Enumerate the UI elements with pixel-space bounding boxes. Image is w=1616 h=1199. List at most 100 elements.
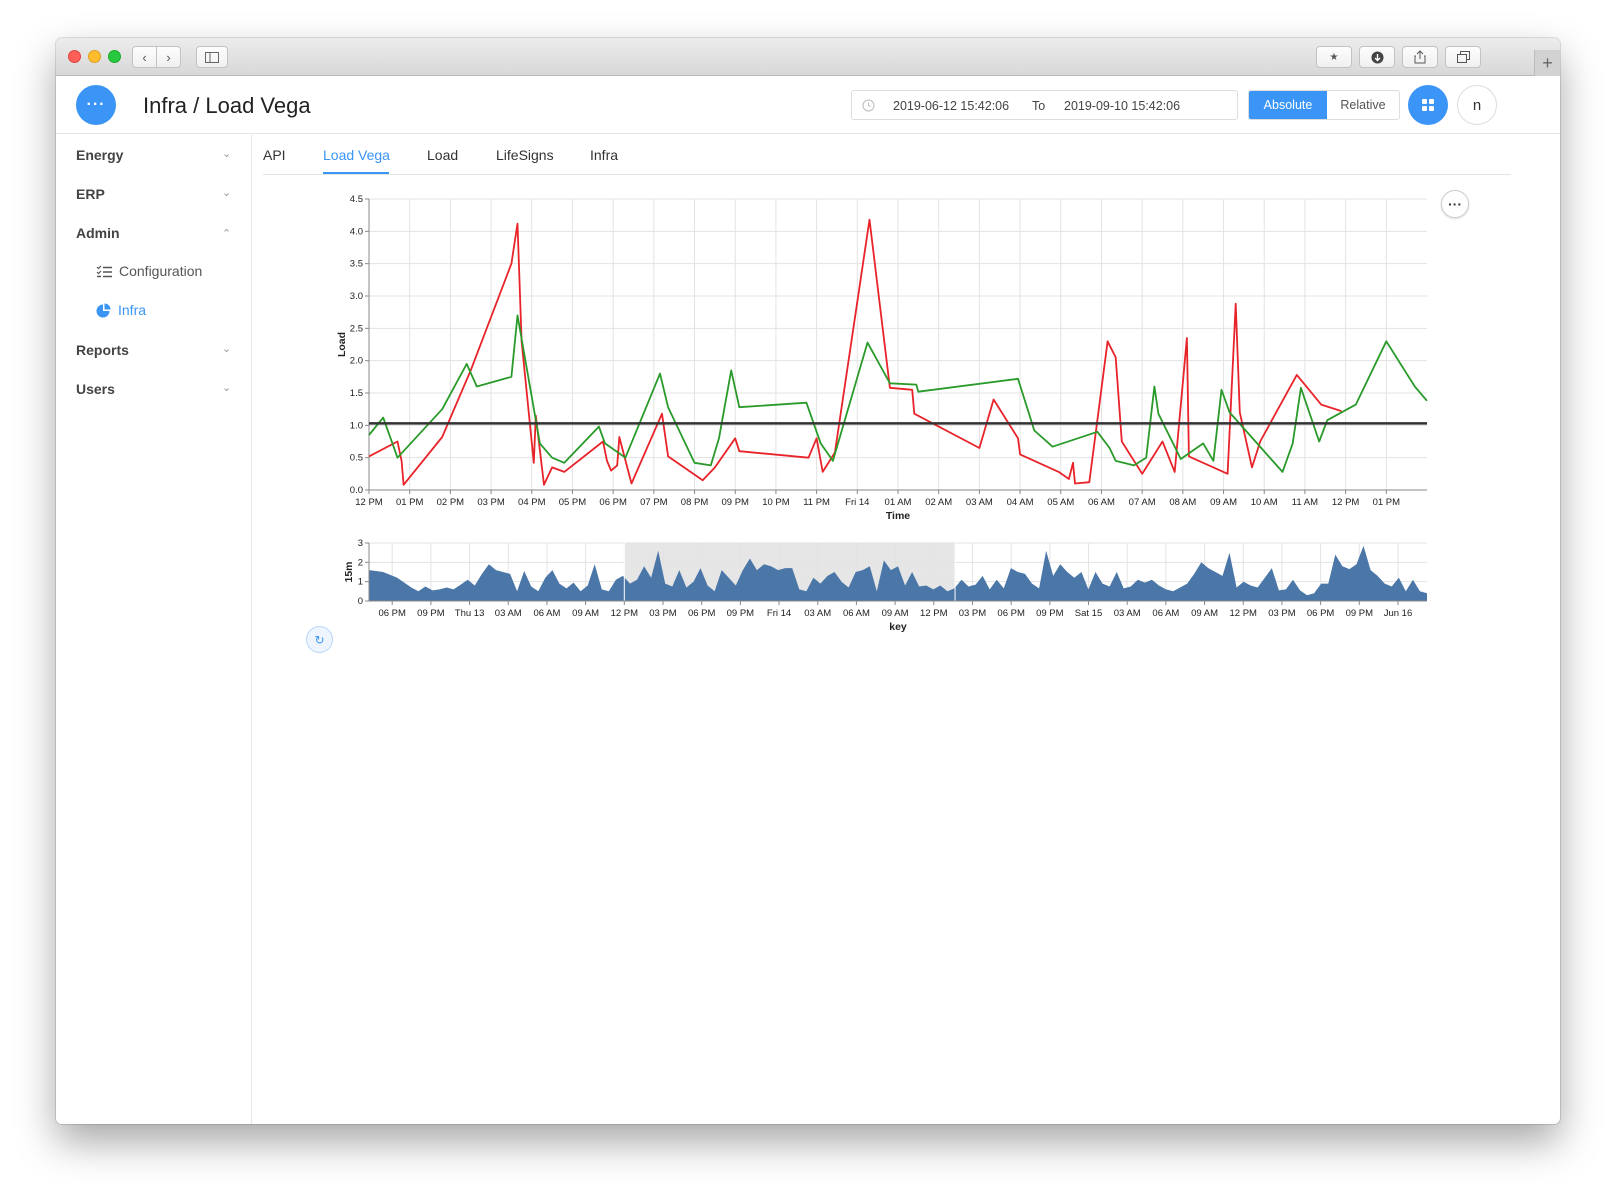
tab-load[interactable]: Load [427, 147, 458, 163]
date-range-picker[interactable]: 2019-06-12 15:42:06 To 2019-09-10 15:42:… [851, 90, 1238, 120]
app-header: ··· Infra / Load Vega 2019-06-12 15:42:0… [56, 76, 1560, 134]
sidebar-toggle-button[interactable] [196, 46, 228, 68]
x-tick-label: 06 AM [533, 608, 560, 619]
main-content: API Load Vega Load LifeSigns Infra 0.0 0.… [253, 135, 1560, 1124]
x-tick-label: 03 PM [477, 497, 505, 508]
x-tick-label: 03 PM [959, 608, 987, 619]
close-window-button[interactable] [68, 50, 81, 63]
overview-area-chart[interactable]: 0 1 2 3 06 PM 09 PM Thu 13 03 AM 06 AM 09 AM 12 PM… [333, 537, 1483, 647]
time-mode-toggle: Absolute Relative [1248, 90, 1400, 120]
sidebar-item-reports[interactable]: Reports [76, 342, 129, 358]
tab-api[interactable]: API [263, 147, 286, 163]
y-tick-label: 2 [358, 557, 363, 568]
grid-icon [1422, 99, 1434, 111]
sidebar-item-energy[interactable]: Energy [76, 147, 123, 163]
x-tick-label: 09 PM [417, 608, 445, 619]
sidebar-item-erp[interactable]: ERP [76, 186, 105, 202]
clock-icon [862, 99, 875, 112]
load-line-chart[interactable]: 0.0 0.5 1.0 1.5 2.0 2.5 3.0 3.5 4.0 4.5 12 PM 01 PM… [333, 190, 1483, 550]
chevron-down-icon[interactable]: ⌄ [222, 342, 231, 355]
x-tick-label: 12 PM [1332, 497, 1360, 508]
tabs-overview-button[interactable] [1445, 46, 1481, 68]
x-tick-label: 10 AM [1251, 497, 1278, 508]
x-tick-label: 09 AM [1191, 608, 1218, 619]
refresh-button[interactable]: ↻ [306, 626, 333, 653]
y-tick-label: 2.5 [350, 323, 363, 334]
list-check-icon [96, 265, 112, 277]
sidebar-item-users[interactable]: Users [76, 381, 115, 397]
sidebar-item-admin[interactable]: Admin [76, 225, 120, 241]
chevron-down-icon[interactable]: ⌄ [222, 381, 231, 394]
forward-button[interactable]: › [156, 46, 181, 68]
x-tick-label: 06 PM [688, 608, 716, 619]
tab-lifesigns[interactable]: LifeSigns [496, 147, 554, 163]
x-tick-label: Sat 15 [1075, 608, 1102, 619]
zoom-window-button[interactable] [108, 50, 121, 63]
chart-actions-button[interactable]: ··· [1441, 190, 1469, 218]
browser-window: ‹ › ★ + ··· Infra / Load Vega 2019-06-12… [56, 38, 1560, 1124]
new-tab-button[interactable]: + [1534, 50, 1560, 76]
x-tick-label: 03 AM [804, 608, 831, 619]
y-axis-title: 15m [343, 561, 355, 582]
x-tick-label: 12 PM [355, 497, 383, 508]
absolute-button[interactable]: Absolute [1249, 91, 1327, 119]
y-tick-label: 0 [358, 596, 363, 607]
x-tick-label: 09 PM [1346, 608, 1374, 619]
dashboard-grid-button[interactable] [1408, 85, 1448, 125]
downloads-button[interactable] [1359, 46, 1395, 68]
x-tick-label: 03 AM [966, 497, 993, 508]
x-tick-label: 09 PM [727, 608, 755, 619]
x-tick-label: 06 AM [1088, 497, 1115, 508]
x-tick-label: 09 AM [572, 608, 599, 619]
x-tick-label: 06 AM [1152, 608, 1179, 619]
x-tick-label: Jun 16 [1384, 608, 1413, 619]
back-button[interactable]: ‹ [132, 46, 157, 68]
series-line-red [368, 218, 1342, 486]
bookmark-button[interactable]: ★ [1316, 46, 1352, 68]
y-tick-label: 3.5 [350, 259, 363, 270]
page-title: Infra / Load Vega [143, 93, 311, 118]
user-avatar-button[interactable]: n [1457, 85, 1497, 125]
x-tick-label: 05 AM [1047, 497, 1074, 508]
sidebar-item-configuration[interactable]: Configuration [96, 263, 202, 279]
date-to[interactable]: 2019-09-10 15:42:06 [1064, 99, 1180, 113]
x-tick-label: Fri 14 [767, 608, 791, 619]
x-tick-label: 11 AM [1292, 497, 1318, 508]
date-from[interactable]: 2019-06-12 15:42:06 [893, 99, 1009, 113]
y-tick-label: 2.0 [350, 356, 363, 367]
x-tick-label: 06 PM [997, 608, 1025, 619]
sidebar-item-infra[interactable]: Infra [96, 302, 146, 318]
x-tick-label: 09 AM [882, 608, 909, 619]
chevron-up-icon[interactable]: ⌃ [222, 227, 231, 240]
chevron-left-icon: ‹ [142, 49, 147, 65]
share-button[interactable] [1402, 46, 1438, 68]
chevron-down-icon[interactable]: ⌄ [222, 186, 231, 199]
tab-bar: API Load Vega Load LifeSigns Infra [263, 135, 1511, 175]
y-tick-label: 0.0 [350, 485, 363, 496]
x-tick-label: 12 PM [920, 608, 948, 619]
app-menu-button[interactable]: ··· [76, 85, 116, 125]
x-tick-label: 09 PM [1036, 608, 1064, 619]
x-tick-label: 03 AM [1114, 608, 1141, 619]
x-tick-label: 09 PM [721, 497, 749, 508]
x-tick-label: 02 PM [437, 497, 465, 508]
x-axis-title: Time [886, 510, 910, 522]
y-tick-label: 3 [358, 538, 363, 549]
x-tick-label: 06 AM [843, 608, 870, 619]
x-tick-label: 09 AM [1210, 497, 1237, 508]
y-tick-label: 4.0 [350, 226, 363, 237]
browser-titlebar: ‹ › ★ + [56, 38, 1560, 76]
sidebar-item-label: Infra [118, 302, 147, 318]
relative-button[interactable]: Relative [1327, 91, 1399, 119]
refresh-icon: ↻ [314, 632, 325, 647]
tab-infra[interactable]: Infra [590, 147, 618, 163]
minimize-window-button[interactable] [88, 50, 101, 63]
chevron-right-icon: › [166, 49, 171, 65]
x-tick-label: 08 PM [681, 497, 709, 508]
x-tick-label: Thu 13 [455, 608, 485, 619]
y-tick-label: 1 [358, 577, 363, 588]
x-tick-label: 03 AM [495, 608, 522, 619]
y-tick-label: 1.0 [350, 420, 363, 431]
chevron-down-icon[interactable]: ⌄ [222, 147, 231, 160]
tab-load-vega[interactable]: Load Vega [323, 147, 390, 163]
